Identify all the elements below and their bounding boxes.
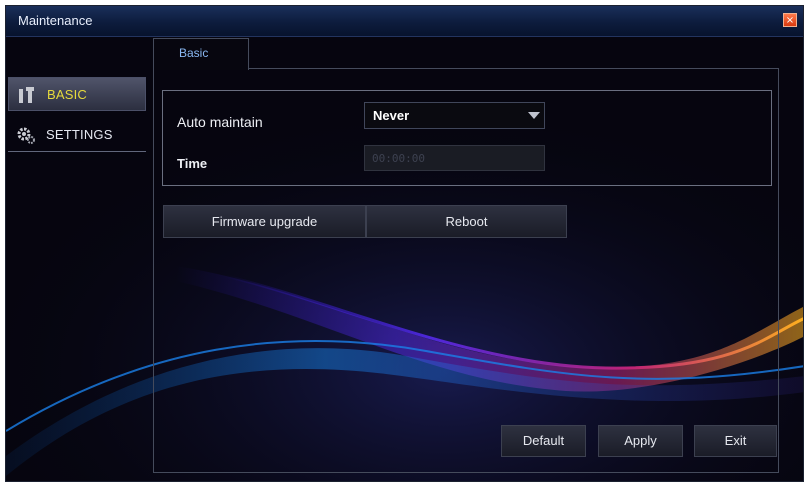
sidebar-item-label: BASIC (47, 87, 88, 102)
close-icon: × (785, 15, 795, 26)
title-bar: Maintenance × (6, 6, 803, 37)
default-button[interactable]: Default (501, 425, 586, 457)
time-label: Time (177, 156, 208, 171)
firmware-upgrade-button[interactable]: Firmware upgrade (163, 205, 366, 238)
tab-basic[interactable]: Basic (153, 38, 249, 70)
sidebar-item-label: SETTINGS (46, 127, 113, 142)
auto-maintain-label: Auto maintain (177, 114, 263, 130)
sidebar-item-basic[interactable]: BASIC (8, 77, 146, 111)
tab-label: Basic (179, 46, 209, 60)
auto-maintain-value: Never (373, 108, 410, 123)
wrench-icon (19, 87, 34, 103)
time-input[interactable] (364, 145, 545, 171)
exit-button[interactable]: Exit (694, 425, 777, 457)
auto-maintain-select[interactable]: Never (364, 102, 545, 129)
gears-icon (17, 127, 35, 144)
reboot-button[interactable]: Reboot (366, 205, 567, 238)
chevron-down-icon (528, 112, 540, 119)
sidebar-item-settings[interactable]: SETTINGS (8, 118, 146, 152)
close-button[interactable]: × (783, 13, 797, 27)
window-title: Maintenance (18, 13, 93, 28)
apply-button[interactable]: Apply (598, 425, 683, 457)
